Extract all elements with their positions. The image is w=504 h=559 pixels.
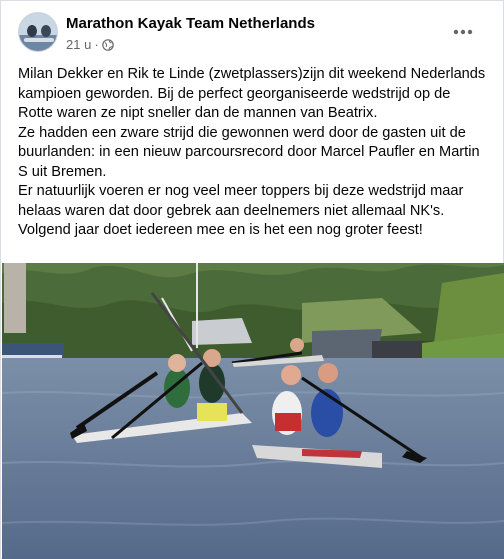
post-photo[interactable]: [2, 263, 504, 559]
meta-separator: ·: [94, 37, 99, 52]
post-paragraph-1: Milan Dekker en Rik te Linde (zwetplasse…: [18, 66, 486, 121]
post-paragraph-2: Ze hadden een zware strijd die gewonnen …: [18, 124, 480, 180]
more-horizontal-icon: [453, 29, 473, 35]
page-name-link[interactable]: Marathon Kayak Team Netherlands: [66, 15, 315, 32]
post-header: Marathon Kayak Team Netherlands 21 u ·: [18, 12, 491, 56]
post-text: Milan Dekker en Rik te Linde (zwetplasse…: [18, 65, 488, 241]
avatar[interactable]: [18, 12, 58, 52]
post-card: Marathon Kayak Team Netherlands 21 u · M…: [0, 0, 504, 559]
post-paragraph-3: Er natuurlijk voeren er nog veel meer to…: [18, 183, 464, 219]
timestamp-link[interactable]: 21 u: [66, 37, 91, 52]
post-paragraph-4: Volgend jaar doet iedereen mee en is het…: [18, 222, 423, 238]
post-meta: 21 u ·: [66, 37, 114, 52]
more-options-button[interactable]: [449, 18, 477, 46]
globe-icon: [101, 38, 114, 51]
